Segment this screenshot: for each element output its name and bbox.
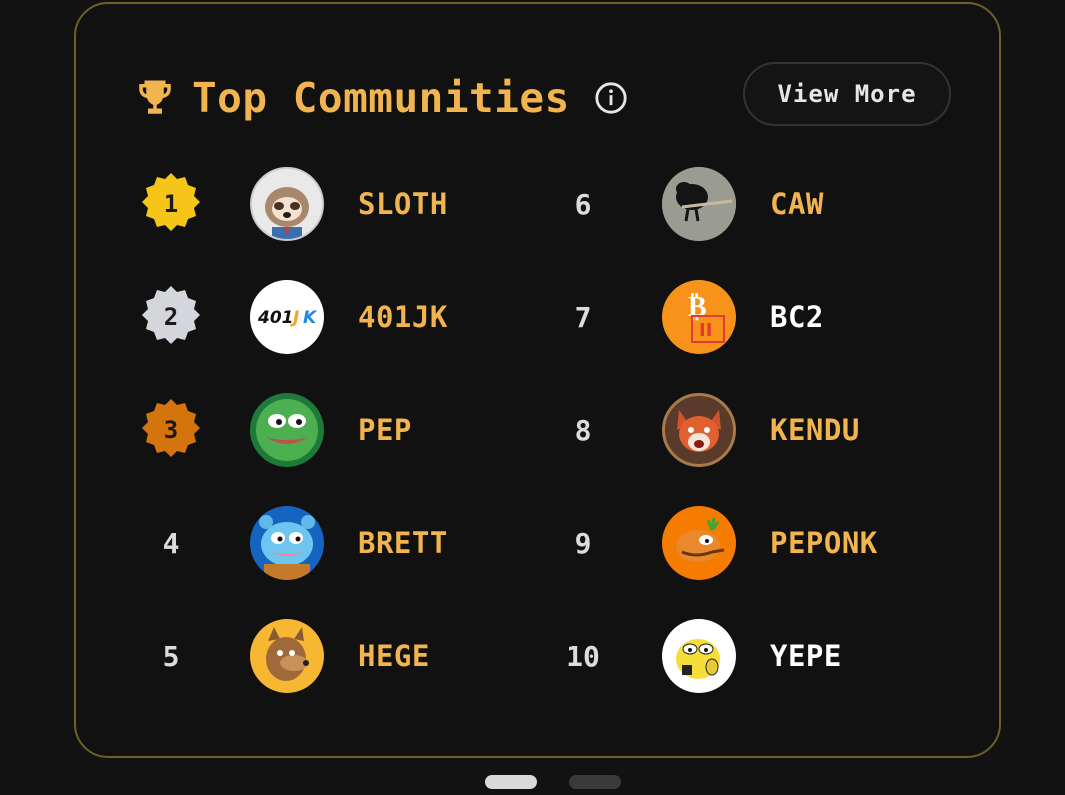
info-icon[interactable] [594, 81, 628, 115]
community-name[interactable]: CAW [770, 166, 824, 242]
list-item[interactable]: 8 KENDU [550, 392, 950, 468]
list-item[interactable]: 1 SLOTH [138, 166, 538, 242]
community-name[interactable]: PEPONK [770, 505, 878, 581]
rank-number: 2 [163, 303, 179, 331]
rank-number: 7 [574, 300, 592, 334]
svg-text:K: K [303, 308, 318, 328]
svg-text:₿: ₿ [688, 290, 707, 323]
svg-text:II: II [699, 320, 712, 341]
rank-number: 8 [574, 413, 592, 447]
community-name[interactable]: BRETT [358, 505, 448, 581]
community-name[interactable]: SLOTH [358, 166, 448, 242]
list-item[interactable]: 7 ₿ II BC2 [550, 279, 950, 355]
community-name[interactable]: BC2 [770, 279, 824, 355]
list-item[interactable]: 9 PEPONK [550, 505, 950, 581]
shiba-avatar [662, 393, 736, 467]
rank-number: 1 [163, 190, 179, 218]
list-item[interactable]: 10 YEPE [550, 618, 950, 694]
pager-dot-active[interactable] [485, 775, 537, 789]
card-header: Top Communities [134, 70, 628, 126]
rank-number: 3 [163, 416, 179, 444]
view-more-button[interactable]: View More [743, 62, 951, 126]
list-item[interactable]: 6 CAW [550, 166, 950, 242]
pepe-frog-avatar [250, 393, 324, 467]
rank-number: 4 [162, 526, 180, 560]
bitcoin-logo: ₿ II [662, 280, 736, 354]
community-name[interactable]: KENDU [770, 392, 860, 468]
orange-frog-avatar [662, 506, 736, 580]
list-item[interactable]: 5 HEGE [138, 618, 538, 694]
401jk-logo: 401 J K [250, 280, 324, 354]
community-name[interactable]: 401JK [358, 279, 448, 355]
page-title: Top Communities [192, 74, 570, 122]
list-item[interactable]: 3 PEP [138, 392, 538, 468]
crow-avatar [662, 167, 736, 241]
rank-number: 10 [566, 639, 600, 673]
yellow-frog-avatar [662, 619, 736, 693]
list-item[interactable]: 2 401 J K 401JK [138, 279, 538, 355]
community-name[interactable]: HEGE [358, 618, 430, 694]
brett-avatar [250, 506, 324, 580]
svg-text:401: 401 [257, 308, 294, 328]
list-item[interactable]: 4 BRETT [138, 505, 538, 581]
top-communities-card: Top Communities View More 1 SLOTH 2 401 … [74, 2, 1001, 758]
community-name[interactable]: PEP [358, 392, 412, 468]
sloth-avatar [250, 167, 324, 241]
rank-number: 6 [574, 187, 592, 221]
rank-number: 5 [162, 639, 180, 673]
rank-number: 9 [574, 526, 592, 560]
trophy-icon [139, 80, 171, 114]
community-name[interactable]: YEPE [770, 618, 842, 694]
pager-dot[interactable] [569, 775, 621, 789]
hege-avatar [250, 619, 324, 693]
